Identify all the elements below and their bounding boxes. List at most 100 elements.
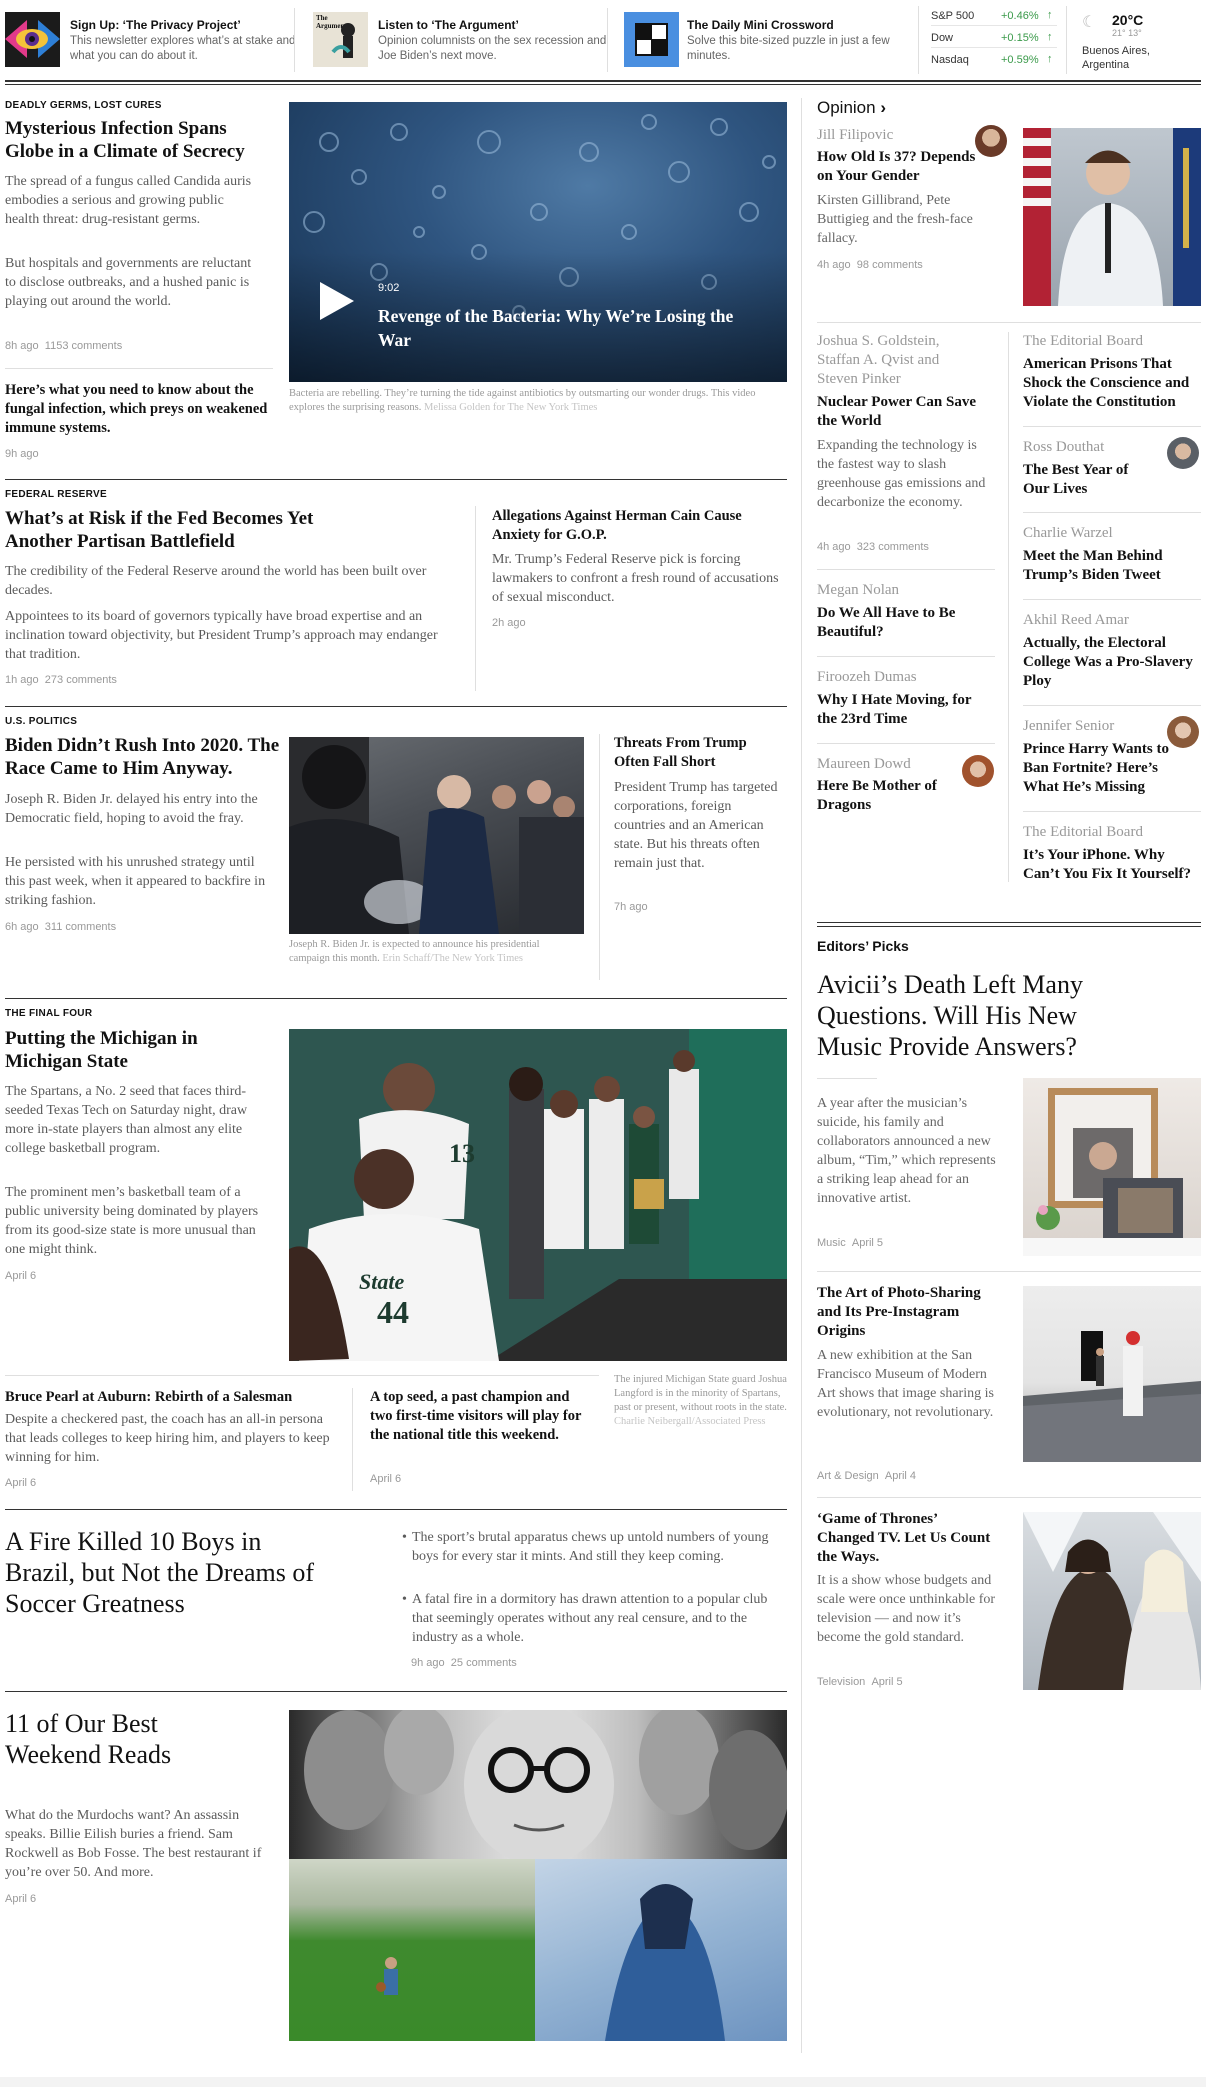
story-meta: 6h ago 311 comments	[5, 921, 117, 933]
weather-temp: 20°C	[1112, 12, 1144, 28]
comments-link[interactable]: 311 comments	[45, 921, 116, 933]
opinion-headline[interactable]: American Prisons That Shock the Conscien…	[1023, 355, 1201, 412]
story-meta: Television April 5	[817, 1676, 903, 1688]
arrow-up-icon: ↑	[1047, 31, 1053, 43]
comments-link[interactable]: 98 comments	[857, 259, 923, 271]
video-title[interactable]: Revenge of the Bacteria: Why We’re Losin…	[378, 304, 763, 352]
opinion-headline[interactable]: The Best Year of Our Lives	[1023, 461, 1143, 499]
video-duration: 9:02	[378, 282, 400, 294]
promo-title[interactable]: The Daily Mini Crossword	[687, 18, 834, 32]
opinion-author[interactable]: Jennifer Senior	[1023, 717, 1114, 736]
markets-widget[interactable]: S&P 500 +0.46% ↑ Dow +0.15% ↑ Nasdaq +0.…	[931, 6, 1057, 72]
story-meta: April 6	[5, 1477, 37, 1489]
michigan-state-photo[interactable]: 13 State 44	[289, 1029, 787, 1361]
section-kicker[interactable]: FEDERAL RESERVE	[5, 489, 107, 500]
photo-caption: Joseph R. Biden Jr. is expected to annou…	[289, 939, 540, 964]
avicii-photo[interactable]	[1023, 1078, 1201, 1256]
opinion-headline[interactable]: Do We All Have to Be Beautiful?	[817, 604, 982, 642]
arrow-up-icon: ↑	[1047, 53, 1053, 65]
story-meta: Music April 5	[817, 1237, 884, 1249]
comments-link[interactable]: 323 comments	[857, 541, 929, 553]
opinion-author[interactable]: Megan Nolan	[817, 581, 899, 600]
opinion-author[interactable]: The Editorial Board	[1023, 332, 1143, 351]
section-kicker[interactable]: DEADLY GERMS, LOST CURES	[5, 100, 162, 111]
opinion-headline[interactable]: Prince Harry Wants to Ban Fortnite? Here…	[1023, 740, 1173, 797]
section-kicker[interactable]: THE FINAL FOUR	[5, 1008, 92, 1019]
page-bottom-bar	[0, 2077, 1206, 2087]
story-headline[interactable]: What’s at Risk if the Fed Becomes Yet An…	[5, 507, 315, 553]
promo-title[interactable]: Listen to ‘The Argument’	[378, 18, 519, 32]
opinion-headline[interactable]: It’s Your iPhone. Why Can’t You Fix It Y…	[1023, 846, 1195, 884]
story-summary: What do the Murdochs want? An assassin s…	[5, 1808, 262, 1880]
opinion-section-link[interactable]: Opinion ›	[817, 98, 886, 118]
editors-item-headline[interactable]: The Art of Photo-Sharing and Its Pre-Ins…	[817, 1284, 997, 1341]
side-story-headline[interactable]: Allegations Against Herman Cain Cause An…	[492, 507, 772, 545]
sub-story-headline[interactable]: Here’s what you need to know about the f…	[5, 381, 270, 438]
story-headline[interactable]: Putting the Michigan in Michigan State	[5, 1027, 215, 1073]
opinion-author[interactable]: Ross Douthat	[1023, 438, 1104, 457]
opinion-headline[interactable]: Nuclear Power Can Save the World	[817, 393, 987, 431]
story-meta: April 6	[5, 1893, 37, 1905]
opinion-author[interactable]: Firoozeh Dumas	[817, 668, 917, 687]
opinion-headline[interactable]: Why I Hate Moving, for the 23rd Time	[817, 691, 987, 729]
game-of-thrones-photo[interactable]	[1023, 1512, 1201, 1690]
story-meta: 8h ago 1153 comments	[5, 340, 123, 352]
opinion-headline[interactable]: Meet the Man Behind Trump’s Biden Tweet	[1023, 547, 1183, 585]
story-summary: The prominent men’s basketball team of a…	[5, 1185, 259, 1257]
story-headline[interactable]: Mysterious Infection Spans Globe in a Cl…	[5, 117, 270, 163]
story-summary: He persisted with his unrushed strategy …	[5, 855, 266, 908]
opinion-author[interactable]: Akhil Reed Amar	[1023, 611, 1129, 630]
promo-title[interactable]: Sign Up: ‘The Privacy Project’	[70, 18, 241, 32]
story-meta: April 6	[5, 1270, 37, 1282]
sub-story-headline[interactable]: Bruce Pearl at Auburn: Rebirth of a Sale…	[5, 1388, 345, 1407]
sfmoma-photo[interactable]	[1023, 1286, 1201, 1462]
opinion-headline[interactable]: Here Be Mother of Dragons	[817, 777, 957, 815]
section-link[interactable]: Art & Design	[817, 1470, 879, 1482]
editors-picks-label[interactable]: Editors’ Picks	[817, 938, 909, 954]
weather-range: 21° 13°	[1112, 28, 1142, 38]
argument-logo-icon: The Argument	[313, 12, 368, 67]
story-headline[interactable]: A Fire Killed 10 Boys in Brazil, but Not…	[5, 1526, 315, 1619]
story-meta: 4h ago 98 comments	[817, 259, 923, 271]
play-icon[interactable]	[320, 282, 354, 320]
promo-mini-crossword[interactable]: The Daily Mini Crossword Solve this bite…	[624, 10, 914, 70]
story-summary: But hospitals and governments are reluct…	[5, 256, 252, 309]
top-bar: Sign Up: ‘The Privacy Project’ This news…	[0, 0, 1206, 82]
opinion-author[interactable]: Joshua S. Goldstein, Staffan A. Qvist an…	[817, 332, 967, 389]
bacteria-video-player[interactable]: 9:02 Revenge of the Bacteria: Why We’re …	[289, 102, 787, 382]
opinion-author[interactable]: The Editorial Board	[1023, 823, 1143, 842]
opinion-author[interactable]: Charlie Warzel	[1023, 524, 1113, 543]
opinion-author[interactable]: Jill Filipovic	[817, 126, 893, 145]
story-summary: Joseph R. Biden Jr. delayed his entry in…	[5, 792, 258, 826]
comments-link[interactable]: 1153 comments	[45, 340, 122, 352]
story-meta: 4h ago 323 comments	[817, 541, 929, 553]
promo-the-argument[interactable]: The Argument Listen to ‘The Argument’ Op…	[313, 10, 613, 70]
comments-link[interactable]: 25 comments	[451, 1657, 517, 1669]
story-headline[interactable]: 11 of Our Best Weekend Reads	[5, 1708, 220, 1770]
opinion-headline[interactable]: Actually, the Electoral College Was a Pr…	[1023, 634, 1193, 691]
sub-story-headline[interactable]: A top seed, a past champion and two firs…	[370, 1388, 590, 1445]
weekend-reads-collage[interactable]	[289, 1710, 787, 2041]
editors-lead-headline[interactable]: Avicii’s Death Left Many Questions. Will…	[817, 969, 1107, 1062]
story-summary: Appointees to its board of governors typ…	[5, 609, 438, 662]
promo-privacy-project[interactable]: Sign Up: ‘The Privacy Project’ This news…	[5, 10, 305, 70]
section-link[interactable]: Television	[817, 1676, 865, 1688]
opinion-headline[interactable]: How Old Is 37? Depends on Your Gender	[817, 148, 992, 186]
promo-desc: This newsletter explores what’s at stake…	[70, 35, 296, 62]
comments-link[interactable]: 273 comments	[45, 674, 117, 686]
crossword-icon	[624, 12, 679, 67]
opinion-summary: Expanding the technology is the fastest …	[817, 438, 986, 510]
section-kicker[interactable]: U.S. POLITICS	[5, 716, 77, 727]
weather-city: Buenos Aires, Argentina	[1082, 45, 1150, 71]
author-avatar	[962, 755, 994, 787]
editors-item-summary: A new exhibition at the San Francisco Mu…	[817, 1348, 994, 1420]
story-headline[interactable]: Biden Didn’t Rush Into 2020. The Race Ca…	[5, 734, 285, 780]
side-story-headline[interactable]: Threats From Trump Often Fall Short	[614, 734, 784, 772]
opinion-author[interactable]: Maureen Dowd	[817, 755, 911, 774]
buttigieg-photo[interactable]	[1023, 128, 1201, 306]
biden-photo[interactable]	[289, 737, 584, 934]
editors-item-headline[interactable]: ‘Game of Thrones’ Changed TV. Let Us Cou…	[817, 1510, 997, 1567]
section-link[interactable]: Music	[817, 1237, 846, 1249]
weather-widget[interactable]: ☾ 20°C 21° 13° Buenos Aires, Argentina	[1082, 10, 1200, 74]
story-bullet: • A fatal fire in a dormitory has drawn a…	[402, 1592, 768, 1645]
